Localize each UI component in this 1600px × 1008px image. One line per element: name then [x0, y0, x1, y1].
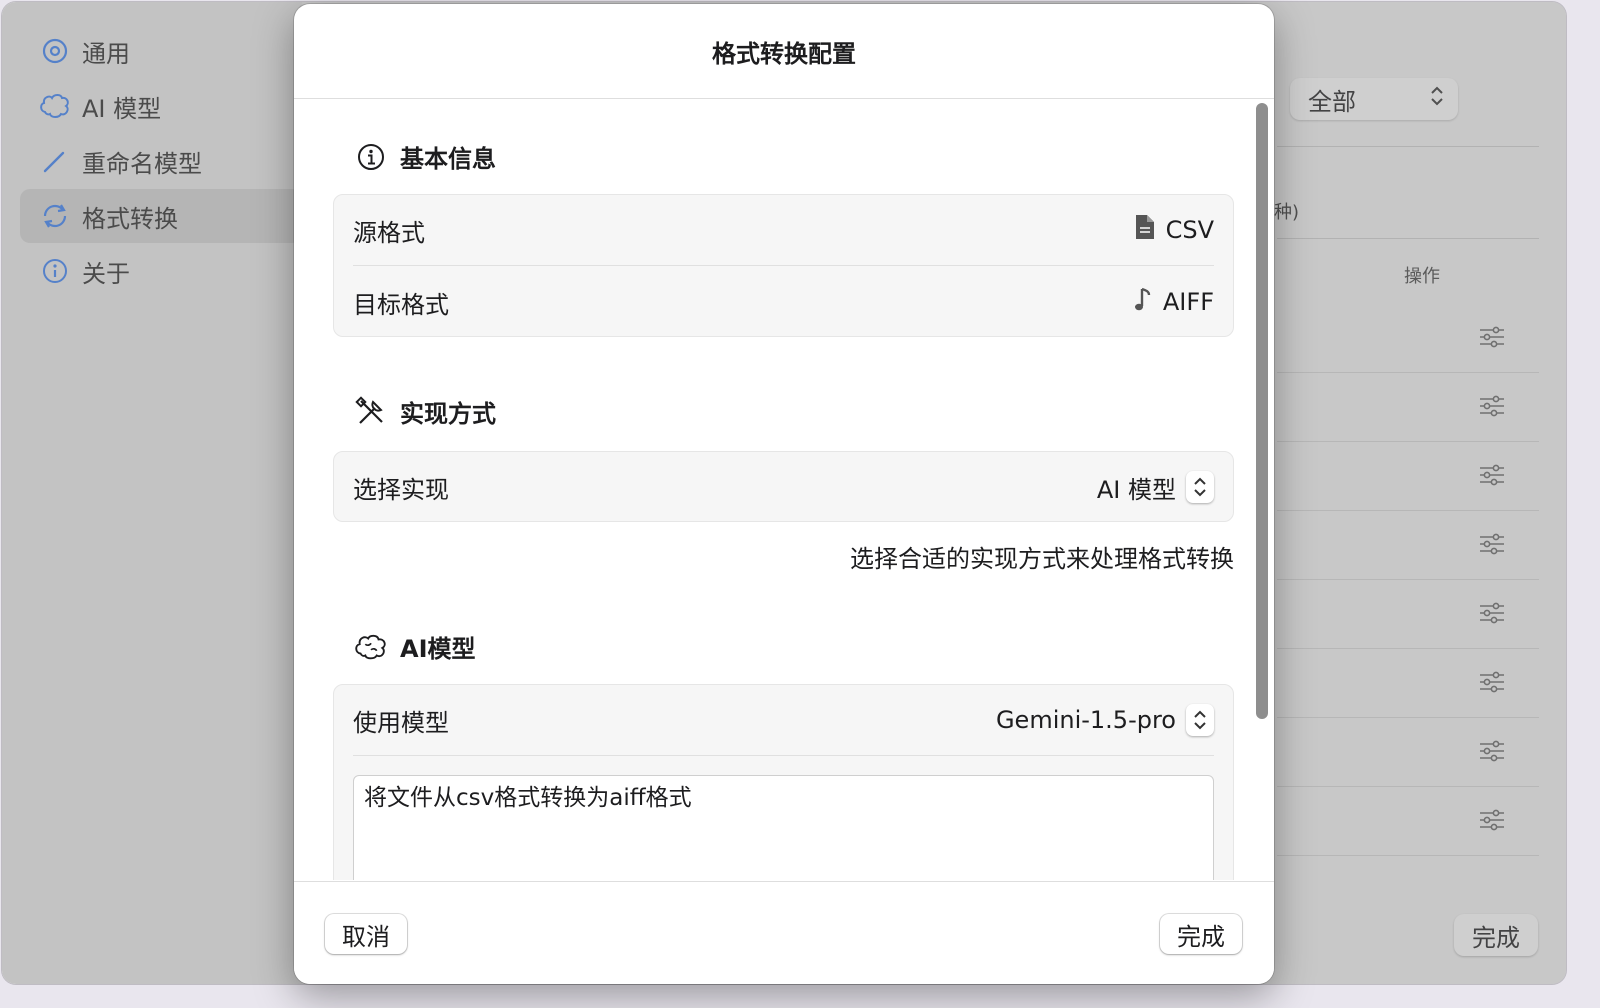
implementation-select[interactable]: AI 模型 — [1097, 470, 1214, 505]
model-label: 使用模型 — [353, 708, 449, 737]
scrollbar[interactable] — [1256, 103, 1268, 719]
prompt-textarea[interactable]: 将文件从csv格式转换为aiff格式 — [353, 775, 1214, 880]
model-select-value: Gemini-1.5-pro — [995, 706, 1176, 734]
chevron-updown-icon — [1186, 471, 1214, 503]
model-select-row: 使用模型 Gemini-1.5-pro — [353, 685, 1214, 756]
cancel-button[interactable]: 取消 — [325, 914, 407, 954]
implementation-label: 选择实现 — [353, 475, 449, 504]
info-icon — [354, 140, 388, 174]
section-ai-model: AI模型 — [354, 629, 476, 664]
implementation-select-row: 选择实现 AI 模型 — [353, 452, 1214, 522]
target-format-value: AIFF — [1162, 288, 1214, 316]
implementation-hint: 选择合适的实现方式来处理格式转换 — [850, 545, 1234, 573]
target-format-label: 目标格式 — [353, 290, 449, 319]
section-heading: 实现方式 — [400, 400, 496, 428]
dialog-title: 格式转换配置 — [294, 4, 1274, 99]
brain-icon — [354, 630, 388, 664]
section-basic-info: 基本信息 — [354, 139, 496, 174]
document-icon — [1134, 213, 1156, 247]
ai-model-card: 使用模型 Gemini-1.5-pro 将文件从csv格式转换为aiff格式 — [333, 684, 1234, 880]
section-heading: 基本信息 — [400, 145, 496, 173]
implementation-select-value: AI 模型 — [1096, 475, 1176, 504]
section-implementation: 实现方式 — [354, 394, 496, 429]
model-select[interactable]: Gemini-1.5-pro — [996, 704, 1214, 736]
format-config-dialog: 格式转换配置 基本信息 源格式 CSV 目标格式 AIFF 实现方式 选择实现 … — [294, 4, 1274, 984]
tools-icon — [354, 395, 388, 429]
basic-info-card: 源格式 CSV 目标格式 AIFF — [333, 194, 1234, 337]
target-format-row: 目标格式 AIFF — [353, 267, 1214, 337]
source-format-row: 源格式 CSV — [353, 195, 1214, 266]
source-format-value: CSV — [1165, 216, 1214, 244]
source-format-label: 源格式 — [353, 218, 425, 247]
dialog-scroll-area[interactable]: 基本信息 源格式 CSV 目标格式 AIFF 实现方式 选择实现 AI 模型 选… — [294, 99, 1274, 880]
dialog-footer: 取消 完成 — [294, 881, 1274, 984]
done-button[interactable]: 完成 — [1160, 914, 1242, 954]
chevron-updown-icon — [1186, 704, 1214, 736]
section-heading: AI模型 — [400, 635, 476, 663]
implementation-card: 选择实现 AI 模型 — [333, 451, 1234, 522]
music-note-icon — [1133, 285, 1153, 319]
